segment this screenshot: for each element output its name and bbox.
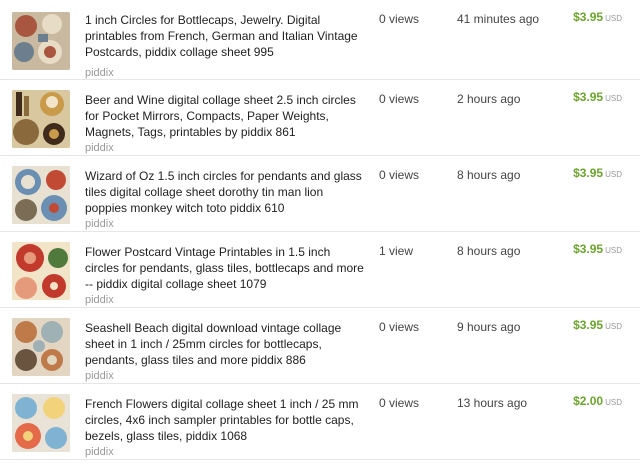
listing-thumbnail[interactable]	[12, 394, 70, 452]
listed-time: 9 hours ago	[457, 320, 521, 334]
shop-name[interactable]: piddix	[85, 142, 114, 154]
view-count: 0 views	[379, 12, 420, 26]
price-amount: $3.95	[573, 10, 604, 24]
collage-thumbnail-image	[12, 242, 70, 300]
listing-price: $3.95 USD	[573, 242, 622, 256]
view-count: 0 views	[379, 320, 420, 334]
listed-time: 8 hours ago	[457, 244, 521, 258]
price-amount: $3.95	[573, 90, 604, 104]
listing-title[interactable]: Flower Postcard Vintage Printables in 1.…	[85, 244, 367, 292]
listed-time: 41 minutes ago	[457, 12, 540, 26]
shop-name[interactable]: piddix	[85, 67, 114, 79]
shop-name[interactable]: piddix	[85, 370, 114, 382]
listing-thumbnail[interactable]	[12, 12, 70, 70]
price-currency: USD	[605, 398, 622, 407]
listed-time: 2 hours ago	[457, 92, 521, 106]
collage-thumbnail-image	[12, 318, 70, 376]
shop-name[interactable]: piddix	[85, 218, 114, 230]
price-currency: USD	[605, 94, 622, 103]
shop-name[interactable]: piddix	[85, 446, 114, 458]
listing-price: $3.95 USD	[573, 10, 622, 24]
listing-row: Beer and Wine digital collage sheet 2.5 …	[0, 80, 640, 156]
listing-price: $3.95 USD	[573, 166, 622, 180]
listing-thumbnail[interactable]	[12, 242, 70, 300]
listed-time: 13 hours ago	[457, 396, 528, 410]
listing-thumbnail[interactable]	[12, 90, 70, 148]
collage-thumbnail-image	[12, 394, 70, 452]
listing-row: 1 inch Circles for Bottlecaps, Jewelry. …	[0, 0, 640, 80]
collage-thumbnail-image	[12, 90, 70, 148]
listing-title[interactable]: Wizard of Oz 1.5 inch circles for pendan…	[85, 168, 367, 216]
price-currency: USD	[605, 14, 622, 23]
view-count: 1 view	[379, 244, 414, 258]
view-count: 0 views	[379, 396, 420, 410]
listed-time: 8 hours ago	[457, 168, 521, 182]
listing-thumbnail[interactable]	[12, 318, 70, 376]
listing-list: 1 inch Circles for Bottlecaps, Jewelry. …	[0, 0, 640, 460]
shop-name[interactable]: piddix	[85, 294, 114, 306]
collage-thumbnail-image	[12, 166, 70, 224]
listing-title[interactable]: Beer and Wine digital collage sheet 2.5 …	[85, 92, 367, 140]
listing-thumbnail[interactable]	[12, 166, 70, 224]
price-amount: $2.00	[573, 394, 604, 408]
price-amount: $3.95	[573, 318, 604, 332]
listing-row: Flower Postcard Vintage Printables in 1.…	[0, 232, 640, 308]
collage-thumbnail-image	[12, 12, 70, 70]
listing-price: $3.95 USD	[573, 90, 622, 104]
listing-price: $3.95 USD	[573, 318, 622, 332]
price-amount: $3.95	[573, 242, 604, 256]
price-amount: $3.95	[573, 166, 604, 180]
listing-row: Seashell Beach digital download vintage …	[0, 308, 640, 384]
price-currency: USD	[605, 170, 622, 179]
listing-title[interactable]: Seashell Beach digital download vintage …	[85, 320, 367, 368]
price-currency: USD	[605, 246, 622, 255]
view-count: 0 views	[379, 92, 420, 106]
price-currency: USD	[605, 322, 622, 331]
listing-title[interactable]: 1 inch Circles for Bottlecaps, Jewelry. …	[85, 12, 367, 60]
listing-row: Wizard of Oz 1.5 inch circles for pendan…	[0, 156, 640, 232]
listing-row: French Flowers digital collage sheet 1 i…	[0, 384, 640, 460]
listing-price: $2.00 USD	[573, 394, 622, 408]
view-count: 0 views	[379, 168, 420, 182]
listing-title[interactable]: French Flowers digital collage sheet 1 i…	[85, 396, 367, 444]
